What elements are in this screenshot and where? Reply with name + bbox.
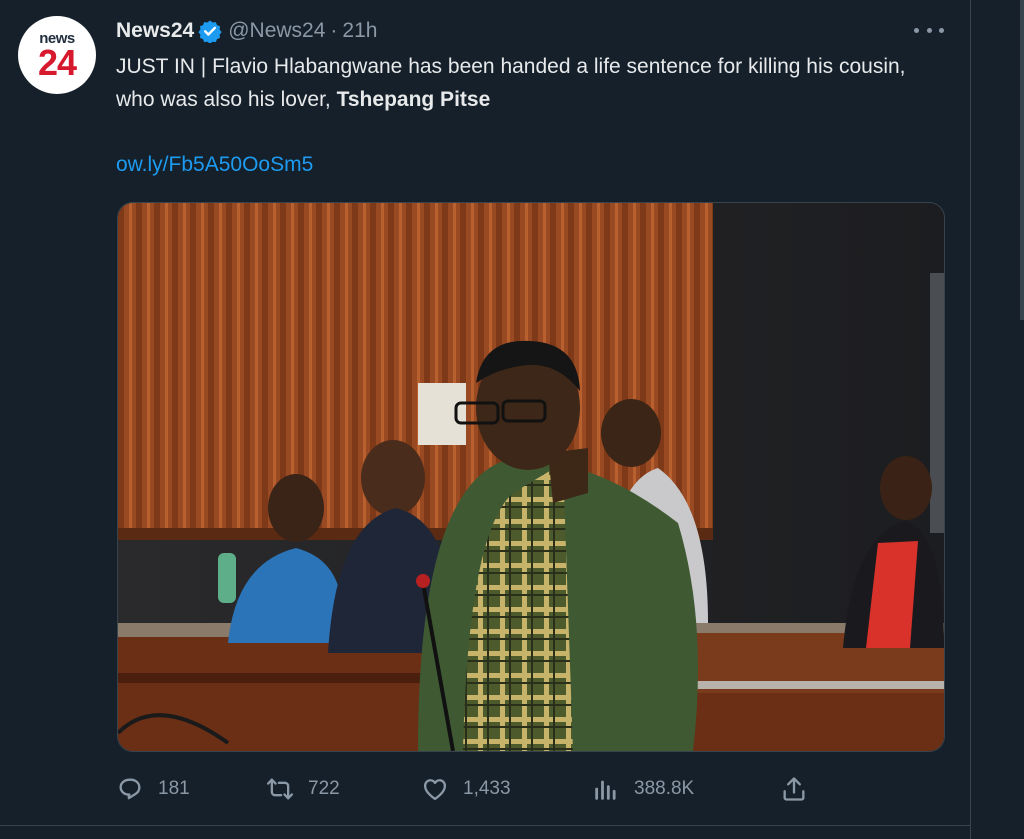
retweet-button[interactable]: 722: [266, 772, 340, 806]
tweet-text: JUST IN | Flavio Hlabangwane has been ha…: [116, 50, 946, 116]
tweet-actions: 181 722 1,433 388.8K: [116, 772, 816, 806]
tweet-divider: [0, 825, 970, 826]
tweet-photo[interactable]: [117, 202, 945, 752]
courtroom-photo: [118, 203, 944, 751]
avatar[interactable]: news 24: [18, 16, 96, 94]
tweet-text-bold: Tshepang Pitse: [336, 88, 491, 111]
reply-button[interactable]: 181: [116, 772, 190, 806]
share-button[interactable]: [780, 772, 822, 806]
more-icon[interactable]: [914, 20, 944, 40]
scrollbar[interactable]: [1020, 0, 1024, 320]
tweet-text-main: JUST IN | Flavio Hlabangwane has been ha…: [116, 55, 906, 111]
handle[interactable]: @News24: [228, 19, 325, 43]
separator-dot: ·: [330, 19, 338, 42]
avatar-logo-bottom: 24: [37, 41, 77, 83]
verified-badge-icon: [198, 20, 222, 43]
views-icon: [595, 780, 616, 800]
retweet-count: 722: [308, 778, 340, 799]
reply-count: 181: [158, 778, 190, 799]
like-button[interactable]: 1,433: [421, 772, 511, 806]
reply-icon: [119, 778, 141, 800]
tweet-link[interactable]: ow.ly/Fb5A50OoSm5: [116, 148, 313, 181]
tweet-card[interactable]: news 24 News24 @News24 · 21h JUST IN | F…: [0, 0, 970, 839]
retweet-icon: [266, 778, 294, 800]
like-count: 1,433: [463, 778, 511, 799]
views-count: 388.8K: [634, 778, 695, 799]
like-icon: [423, 779, 447, 801]
timestamp[interactable]: 21h: [342, 19, 377, 43]
share-icon: [783, 777, 805, 801]
display-name[interactable]: News24: [116, 19, 194, 43]
right-column: [971, 0, 1024, 839]
tweet-header: News24 @News24 · 21h: [116, 17, 377, 45]
views-button[interactable]: 388.8K: [592, 772, 694, 806]
